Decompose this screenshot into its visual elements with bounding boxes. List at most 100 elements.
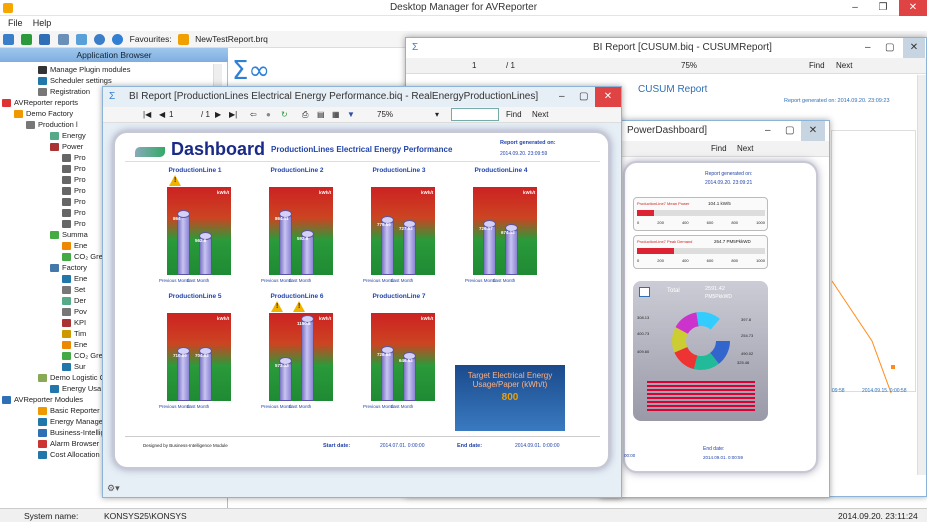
favourites-label: Favourites:: [129, 34, 172, 44]
export-icon[interactable]: ▼: [347, 107, 355, 122]
cusum-plot: [831, 130, 916, 402]
tree-item-icon: [62, 308, 71, 317]
bar-value-label: 710.09: [173, 352, 187, 358]
warning-icon: [293, 301, 305, 312]
tree-item-label: Tim: [74, 329, 87, 338]
layout-icon[interactable]: ▤: [317, 107, 325, 122]
gauge-scale-tick: 600: [706, 258, 714, 263]
chart-plot: kWh/t 779.59 727.52: [371, 187, 435, 275]
x-axis-label: Last Month: [289, 278, 312, 283]
warning-icon: [271, 301, 283, 312]
scheduler-icon[interactable]: [3, 34, 14, 45]
status-settings-icon[interactable]: ⚙▾: [107, 483, 120, 494]
print-icon[interactable]: ⎙: [302, 107, 308, 122]
help-icon[interactable]: [94, 34, 106, 45]
last-page-icon[interactable]: ▶|: [229, 107, 237, 122]
cusum-axis-right: 2014.09.15. 0:00:58: [862, 388, 907, 394]
main-title: BI Report [ProductionLines Electrical En…: [129, 91, 539, 102]
tree-item-icon: [62, 220, 71, 229]
main-close[interactable]: ✕: [595, 87, 621, 107]
power-title: PowerDashboard]: [627, 125, 708, 136]
pie-label-7: 325.46: [737, 360, 750, 365]
cusum-axis-left: 09:58: [832, 388, 845, 394]
power-maximize[interactable]: ▢: [785, 121, 794, 141]
power-find[interactable]: Find: [711, 141, 727, 156]
grid-icon[interactable]: [21, 34, 33, 45]
cusum-minimize[interactable]: –: [865, 38, 871, 58]
chart-plot: kWh/t 573.13 1150.8: [269, 313, 333, 401]
tree-item-icon: [50, 264, 59, 273]
tree-item-icon: [62, 330, 71, 339]
next-page-icon[interactable]: ▶: [215, 107, 221, 122]
main-zoom[interactable]: 75%: [377, 107, 393, 122]
menu-file[interactable]: File: [8, 16, 23, 31]
cusum-find[interactable]: Find: [809, 58, 825, 73]
power-titlebar: PowerDashboard] – ▢ ✕: [601, 121, 829, 141]
gauge-peak-scale: 0 200 400 600 800 1000: [637, 258, 765, 263]
power-next[interactable]: Next: [737, 141, 753, 156]
menu-help[interactable]: Help: [33, 16, 52, 31]
cusum-zoom[interactable]: 75%: [681, 58, 697, 73]
first-page-icon[interactable]: |◀: [143, 107, 151, 122]
tree-item-label: CO₂ Gre: [74, 351, 103, 360]
report-icon: [177, 34, 189, 45]
minimize-button[interactable]: –: [843, 0, 867, 16]
tree-item-label: Power: [62, 142, 84, 151]
zoom-dropdown-icon[interactable]: ▾: [435, 107, 439, 122]
bar-value-label: 864: [173, 215, 181, 221]
bar-value-label: 726.68: [377, 351, 391, 357]
refresh-report-icon[interactable]: ↻: [281, 107, 288, 122]
chart-title: ProductionLine 1: [168, 167, 222, 174]
main-page[interactable]: 1: [169, 107, 173, 122]
cusum-scrollbar[interactable]: [917, 75, 926, 475]
x-axis-label: Last Month: [187, 404, 210, 409]
cusum-maximize[interactable]: ▢: [885, 38, 894, 58]
end-label: End date:: [457, 443, 483, 449]
tree-item-icon: [62, 253, 71, 262]
tree-item-label: Set: [74, 285, 86, 294]
main-maximize[interactable]: ▢: [579, 87, 588, 107]
tree-item-label: Ene: [74, 340, 88, 349]
main-minimize[interactable]: –: [559, 87, 565, 107]
power-navbar: Find Next: [601, 141, 829, 157]
cusum-page[interactable]: 1: [472, 58, 476, 73]
main-logo-icon: Σ: [109, 91, 116, 102]
status-datetime: 2014.09.20. 23:11:24: [838, 511, 918, 521]
refresh-icon[interactable]: [75, 34, 87, 45]
power-end-label: End date:: [703, 446, 725, 452]
tree-item-label: Pro: [74, 208, 86, 217]
favourite-item[interactable]: NewTestReport.brq: [195, 31, 268, 48]
pagesetup-icon[interactable]: ▦: [332, 107, 340, 122]
stop-icon[interactable]: ●: [266, 107, 271, 122]
tree-item[interactable]: Manage Plugin modules: [0, 64, 222, 75]
tree-item-icon: [62, 363, 71, 372]
main-next[interactable]: Next: [532, 107, 548, 122]
chart-title: ProductionLine 7: [372, 293, 426, 300]
cusum-next[interactable]: Next: [836, 58, 852, 73]
chart-unit: kWh/t: [319, 316, 332, 321]
prev-page-icon[interactable]: ◀: [159, 107, 165, 122]
tree-item[interactable]: Scheduler settings: [0, 75, 222, 86]
close-button[interactable]: ✕: [899, 0, 927, 16]
main-search-input[interactable]: [451, 108, 499, 121]
target-box: Target Electrical Energy Usage/Paper (kW…: [455, 365, 565, 431]
total-value: 2591.42: [705, 286, 725, 292]
tree-icon[interactable]: [57, 34, 69, 45]
back-icon[interactable]: ⇦: [250, 107, 257, 122]
tree-item-label: Energy Manager: [50, 417, 106, 426]
gauge-peak-label: ProductionLine7 Peak Demand: [637, 239, 693, 244]
gauge-scale-tick: 0: [637, 220, 640, 225]
restore-button[interactable]: ❐: [871, 0, 895, 16]
pie-label-1: 308.13: [637, 315, 650, 320]
tree-item-icon: [62, 242, 71, 251]
power-close[interactable]: ✕: [801, 121, 825, 141]
cusum-close[interactable]: ✕: [903, 38, 925, 58]
main-find[interactable]: Find: [506, 107, 522, 122]
tree-item-icon: [62, 341, 71, 350]
chart-bar: [301, 315, 314, 401]
alert-icon[interactable]: [39, 34, 51, 45]
cusum-navbar: 1 / 1 75% Find Next: [406, 58, 926, 74]
tree-item-label: CO₂ Gre: [74, 252, 103, 261]
power-minimize[interactable]: –: [765, 121, 771, 141]
tree-item-label: Pro: [74, 175, 86, 184]
